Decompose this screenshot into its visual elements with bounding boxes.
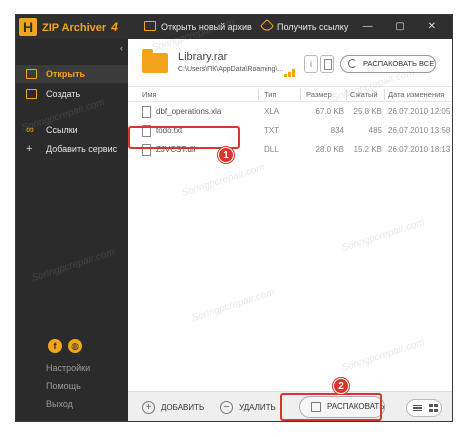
highlight-frame-todo: [128, 126, 240, 149]
link-icon: [259, 18, 275, 34]
step-badge-1: 1: [218, 147, 234, 163]
file-name: dbf_operations.xla: [156, 107, 222, 116]
facebook-icon[interactable]: f: [48, 339, 62, 353]
minus-icon: −: [220, 401, 233, 414]
sidebar: ‹ Открыть Создать ∞ Ссылки + Добавить се…: [16, 39, 128, 421]
table-row[interactable]: dbf_operations.xla XLA 67.0 KB 25.8 KB 2…: [128, 103, 452, 121]
column-header-compressed[interactable]: Сжатый: [350, 90, 378, 99]
sidebar-item-add-service[interactable]: + Добавить сервис: [16, 140, 128, 158]
file-icon: [142, 106, 151, 118]
grid-view-icon[interactable]: [427, 404, 438, 412]
document-button[interactable]: [320, 55, 334, 73]
column-separator: [300, 89, 301, 100]
archive-folder-icon: [142, 49, 168, 73]
column-separator: [258, 89, 259, 100]
column-separator: [384, 89, 385, 100]
app-title: ZIP Archiver 4: [42, 20, 118, 34]
sidebar-item-label: Создать: [46, 89, 81, 99]
archive-name: Library.rar: [178, 51, 228, 63]
app-version: 4: [111, 20, 118, 34]
sidebar-item-label: Открыть: [46, 69, 86, 79]
file-date: 26.07.2010 12:05: [388, 107, 451, 116]
new-archive-icon: [26, 89, 37, 99]
file-type: TXT: [264, 126, 280, 135]
signal-icon: [284, 69, 296, 77]
add-button[interactable]: + ДОБАВИТЬ: [142, 392, 205, 421]
sidebar-item-links[interactable]: ∞ Ссылки: [16, 121, 128, 139]
get-link-button[interactable]: Получить ссылку: [259, 15, 349, 39]
globe-icon[interactable]: ◍: [68, 339, 82, 353]
column-header-name[interactable]: Имя: [142, 90, 157, 99]
column-header-date[interactable]: Дата изменения: [388, 90, 444, 99]
exit-link[interactable]: Выход: [46, 399, 73, 409]
info-button[interactable]: [304, 55, 318, 73]
delete-button[interactable]: − УДАЛИТЬ: [220, 392, 276, 421]
file-date: 26.07.2010 13:58: [388, 126, 451, 135]
file-type: DLL: [264, 145, 279, 154]
window-controls[interactable]: — ▢ ✕: [363, 15, 446, 39]
file-compressed: 25.8 KB: [353, 107, 382, 116]
link-icon: ∞: [26, 124, 34, 136]
file-size: 28.0 KB: [315, 145, 344, 154]
collapse-sidebar-icon[interactable]: ‹: [120, 43, 123, 53]
sidebar-item-open[interactable]: Открыть: [16, 65, 128, 83]
open-new-archive-button[interactable]: Открыть новый архив: [144, 15, 252, 39]
extract-all-button[interactable]: РАСПАКОВАТЬ ВСЕ: [340, 55, 436, 73]
help-link[interactable]: Помощь: [46, 381, 81, 391]
settings-link[interactable]: Настройки: [46, 363, 90, 373]
open-new-archive-label: Открыть новый архив: [161, 22, 252, 32]
app-logo: H: [19, 18, 37, 36]
file-type: XLA: [264, 107, 280, 116]
main-panel: Library.rar C:\Users\ПК\AppData\Roaming\…: [128, 39, 452, 421]
column-separator: [346, 89, 347, 100]
folder-icon: [26, 69, 37, 79]
sidebar-item-label: Ссылки: [46, 125, 78, 135]
add-label: ДОБАВИТЬ: [161, 403, 205, 412]
sync-icon: [348, 59, 357, 68]
view-toggle[interactable]: [406, 399, 442, 417]
archive-path: C:\Users\ПК\AppData\Roaming\...: [178, 66, 284, 73]
extract-all-label: РАСПАКОВАТЬ ВСЕ: [363, 59, 435, 68]
folder-icon: [144, 21, 156, 31]
sidebar-item-label: Добавить сервис: [46, 144, 118, 154]
table-header: Имя Тип Размер Сжатый Дата изменения: [128, 86, 452, 102]
get-link-label: Получить ссылку: [277, 22, 349, 32]
title-bar: H ZIP Archiver 4 Открыть новый архив Полу…: [16, 15, 452, 39]
column-header-type[interactable]: Тип: [264, 90, 277, 99]
sidebar-item-create[interactable]: Создать: [16, 85, 128, 103]
file-compressed: 15.2 KB: [353, 145, 382, 154]
step-badge-2: 2: [333, 378, 349, 394]
column-header-size[interactable]: Размер: [306, 90, 332, 99]
app-window: H ZIP Archiver 4 Открыть новый архив Полу…: [15, 14, 453, 422]
highlight-frame-extract: [280, 393, 382, 421]
file-compressed: 485: [368, 126, 382, 135]
list-view-icon[interactable]: [413, 405, 422, 411]
app-name: ZIP Archiver: [42, 22, 107, 34]
delete-label: УДАЛИТЬ: [239, 403, 276, 412]
file-size: 67.0 KB: [315, 107, 344, 116]
plus-icon: +: [142, 401, 155, 414]
file-size: 834: [330, 126, 344, 135]
file-date: 26.07.2010 18:13: [388, 145, 451, 154]
plus-icon: +: [26, 143, 33, 155]
